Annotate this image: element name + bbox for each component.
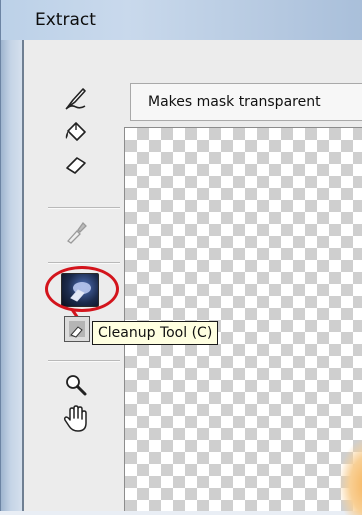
window-title: Extract (35, 10, 96, 30)
eyedropper-icon (67, 221, 87, 244)
marker-pen-icon (65, 88, 86, 110)
paint-bucket-icon (65, 122, 86, 141)
magnifier-icon (66, 375, 87, 396)
toolbox-separator (48, 207, 120, 209)
fill-tool[interactable] (62, 118, 90, 146)
zoom-tool[interactable] (62, 371, 90, 399)
edge-touchup-tool[interactable] (64, 316, 90, 342)
tool-description-bar: Makes mask transparent (130, 83, 362, 121)
title-bar[interactable]: Extract (0, 0, 362, 40)
toolbox-separator (48, 262, 120, 264)
toolbox-separator (48, 360, 120, 362)
preview-canvas[interactable] (124, 127, 362, 511)
hand-icon (63, 405, 87, 432)
highlight-ring (45, 266, 119, 312)
tool-tooltip: Cleanup Tool (C) (92, 321, 219, 345)
hand-tool[interactable] (62, 405, 90, 433)
eyedropper-tool[interactable] (62, 218, 90, 246)
eraser-icon (66, 157, 86, 174)
image-fragment (340, 440, 362, 515)
tool-description-text: Makes mask transparent (148, 94, 321, 110)
eraser-tool[interactable] (62, 150, 90, 178)
edge-touchup-icon (69, 321, 85, 338)
edge-highlighter-tool[interactable] (62, 85, 90, 113)
